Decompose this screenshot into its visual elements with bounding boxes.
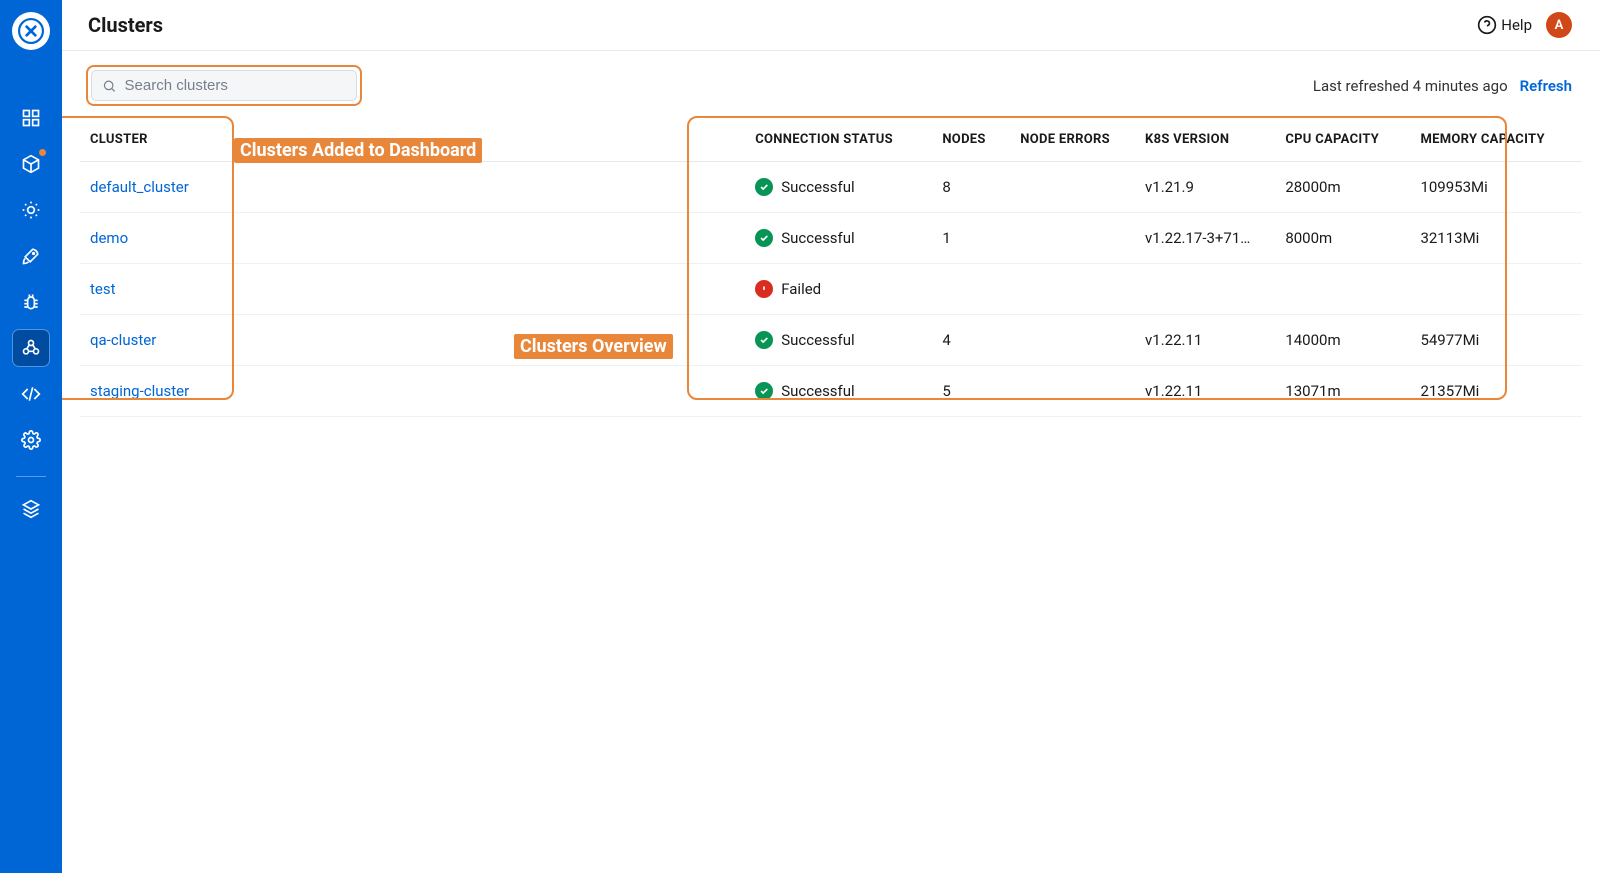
layers-icon [21, 499, 41, 519]
check-icon [755, 178, 773, 196]
cluster-name-link[interactable]: demo [80, 213, 745, 264]
cluster-name-link[interactable]: staging-cluster [80, 366, 745, 417]
cell-nodes: 1 [932, 213, 1010, 264]
cell-status: Successful [745, 213, 932, 264]
th-memory-capacity[interactable]: MEMORY CAPACITY [1410, 120, 1582, 162]
header-actions: Help A [1477, 12, 1572, 38]
toolbar: Last refreshed 4 minutes ago Refresh [62, 51, 1600, 120]
nav-code[interactable] [13, 376, 49, 412]
cell-node_errors [1010, 366, 1135, 417]
cluster-name-link[interactable]: default_cluster [80, 162, 745, 213]
check-icon [755, 331, 773, 349]
status-text: Successful [781, 331, 854, 349]
cell-memory [1410, 264, 1582, 315]
annotation-clusters-overview: Clusters Overview [514, 334, 673, 359]
main-content: Clusters Help A Last refreshed 4 minutes… [62, 0, 1600, 873]
cell-node_errors [1010, 315, 1135, 366]
rocket-icon [21, 246, 41, 266]
th-cpu-capacity[interactable]: CPU CAPACITY [1275, 120, 1410, 162]
table-row: qa-clusterSuccessful4v1.22.1114000m54977… [80, 315, 1582, 366]
cluster-icon [21, 338, 41, 358]
table-row: test Failed [80, 264, 1582, 315]
refresh-button[interactable]: Refresh [1520, 77, 1572, 95]
gear-icon [21, 430, 41, 450]
last-refreshed-text: Last refreshed 4 minutes ago [1313, 77, 1508, 95]
nav-divider [16, 476, 46, 477]
cell-memory: 54977Mi [1410, 315, 1582, 366]
avatar-initial: A [1555, 18, 1564, 33]
annotation-clusters-added: Clusters Added to Dashboard [234, 138, 482, 163]
clusters-table-wrap: CLUSTER CONNECTION STATUS NODES NODE ERR… [62, 120, 1600, 417]
cell-cpu: 28000m [1275, 162, 1410, 213]
check-icon [755, 229, 773, 247]
cell-k8s: v1.21.9 [1135, 162, 1275, 213]
brand-logo[interactable] [12, 12, 50, 50]
cell-memory: 109953Mi [1410, 162, 1582, 213]
help-icon [1477, 15, 1497, 35]
table-row: default_cluster Successful 8 v1.21.928000m1… [80, 162, 1582, 213]
nav-clusters[interactable] [13, 330, 49, 366]
logo-icon [18, 18, 44, 44]
nav-stack[interactable] [13, 491, 49, 527]
cell-cpu [1275, 264, 1410, 315]
table-row: demo Successful 1 v1.22.17-3+71…8000m32113M… [80, 213, 1582, 264]
cell-memory: 21357Mi [1410, 366, 1582, 417]
avatar[interactable]: A [1546, 12, 1572, 38]
cell-status: Successful [745, 366, 932, 417]
cell-node_errors [1010, 162, 1135, 213]
clusters-table: CLUSTER CONNECTION STATUS NODES NODE ERR… [80, 120, 1582, 417]
table-row: staging-cluster Successful 5 v1.22.1113071m… [80, 366, 1582, 417]
status-text: Successful [781, 382, 854, 400]
cell-nodes [932, 264, 1010, 315]
cell-cpu: 8000m [1275, 213, 1410, 264]
header: Clusters Help A [62, 0, 1600, 51]
nav-deploy[interactable] [13, 238, 49, 274]
bug-icon [21, 292, 41, 312]
cell-cpu: 14000m [1275, 315, 1410, 366]
refresh-area: Last refreshed 4 minutes ago Refresh [1313, 77, 1572, 95]
cell-status: Successful [745, 162, 932, 213]
cluster-name-link[interactable]: test [80, 264, 745, 315]
status-text: Failed [781, 280, 821, 298]
sun-gear-icon [21, 200, 41, 220]
cube-icon [21, 154, 41, 174]
cell-status: Failed [745, 264, 932, 315]
sidebar [0, 0, 62, 873]
cell-nodes: 5 [932, 366, 1010, 417]
search-icon [102, 78, 117, 94]
search-highlight-box [86, 65, 362, 106]
th-node-errors[interactable]: NODE ERRORS [1010, 120, 1135, 162]
cell-k8s: v1.22.17-3+71… [1135, 213, 1275, 264]
nav-dashboard[interactable] [13, 100, 49, 136]
th-k8s-version[interactable]: K8S VERSION [1135, 120, 1275, 162]
th-connection-status[interactable]: CONNECTION STATUS [745, 120, 932, 162]
cell-node_errors [1010, 264, 1135, 315]
status-text: Successful [781, 229, 854, 247]
help-label: Help [1501, 16, 1532, 34]
cell-cpu: 13071m [1275, 366, 1410, 417]
nav-build[interactable] [13, 192, 49, 228]
cell-node_errors [1010, 213, 1135, 264]
cell-k8s [1135, 264, 1275, 315]
th-nodes[interactable]: NODES [932, 120, 1010, 162]
nav-settings[interactable] [13, 422, 49, 458]
nav-packages[interactable] [13, 146, 49, 182]
cell-nodes: 4 [932, 315, 1010, 366]
cell-memory: 32113Mi [1410, 213, 1582, 264]
nav-debug[interactable] [13, 284, 49, 320]
cell-k8s: v1.22.11 [1135, 315, 1275, 366]
cell-k8s: v1.22.11 [1135, 366, 1275, 417]
check-icon [755, 382, 773, 400]
notification-badge-icon [39, 149, 46, 156]
cell-nodes: 8 [932, 162, 1010, 213]
code-icon [21, 384, 41, 404]
search-input[interactable] [125, 77, 346, 94]
error-icon [755, 280, 773, 298]
help-button[interactable]: Help [1477, 15, 1532, 35]
cell-status: Successful [745, 315, 932, 366]
status-text: Successful [781, 178, 854, 196]
grid-icon [21, 108, 41, 128]
page-title: Clusters [88, 13, 163, 37]
search-field[interactable] [91, 70, 357, 101]
